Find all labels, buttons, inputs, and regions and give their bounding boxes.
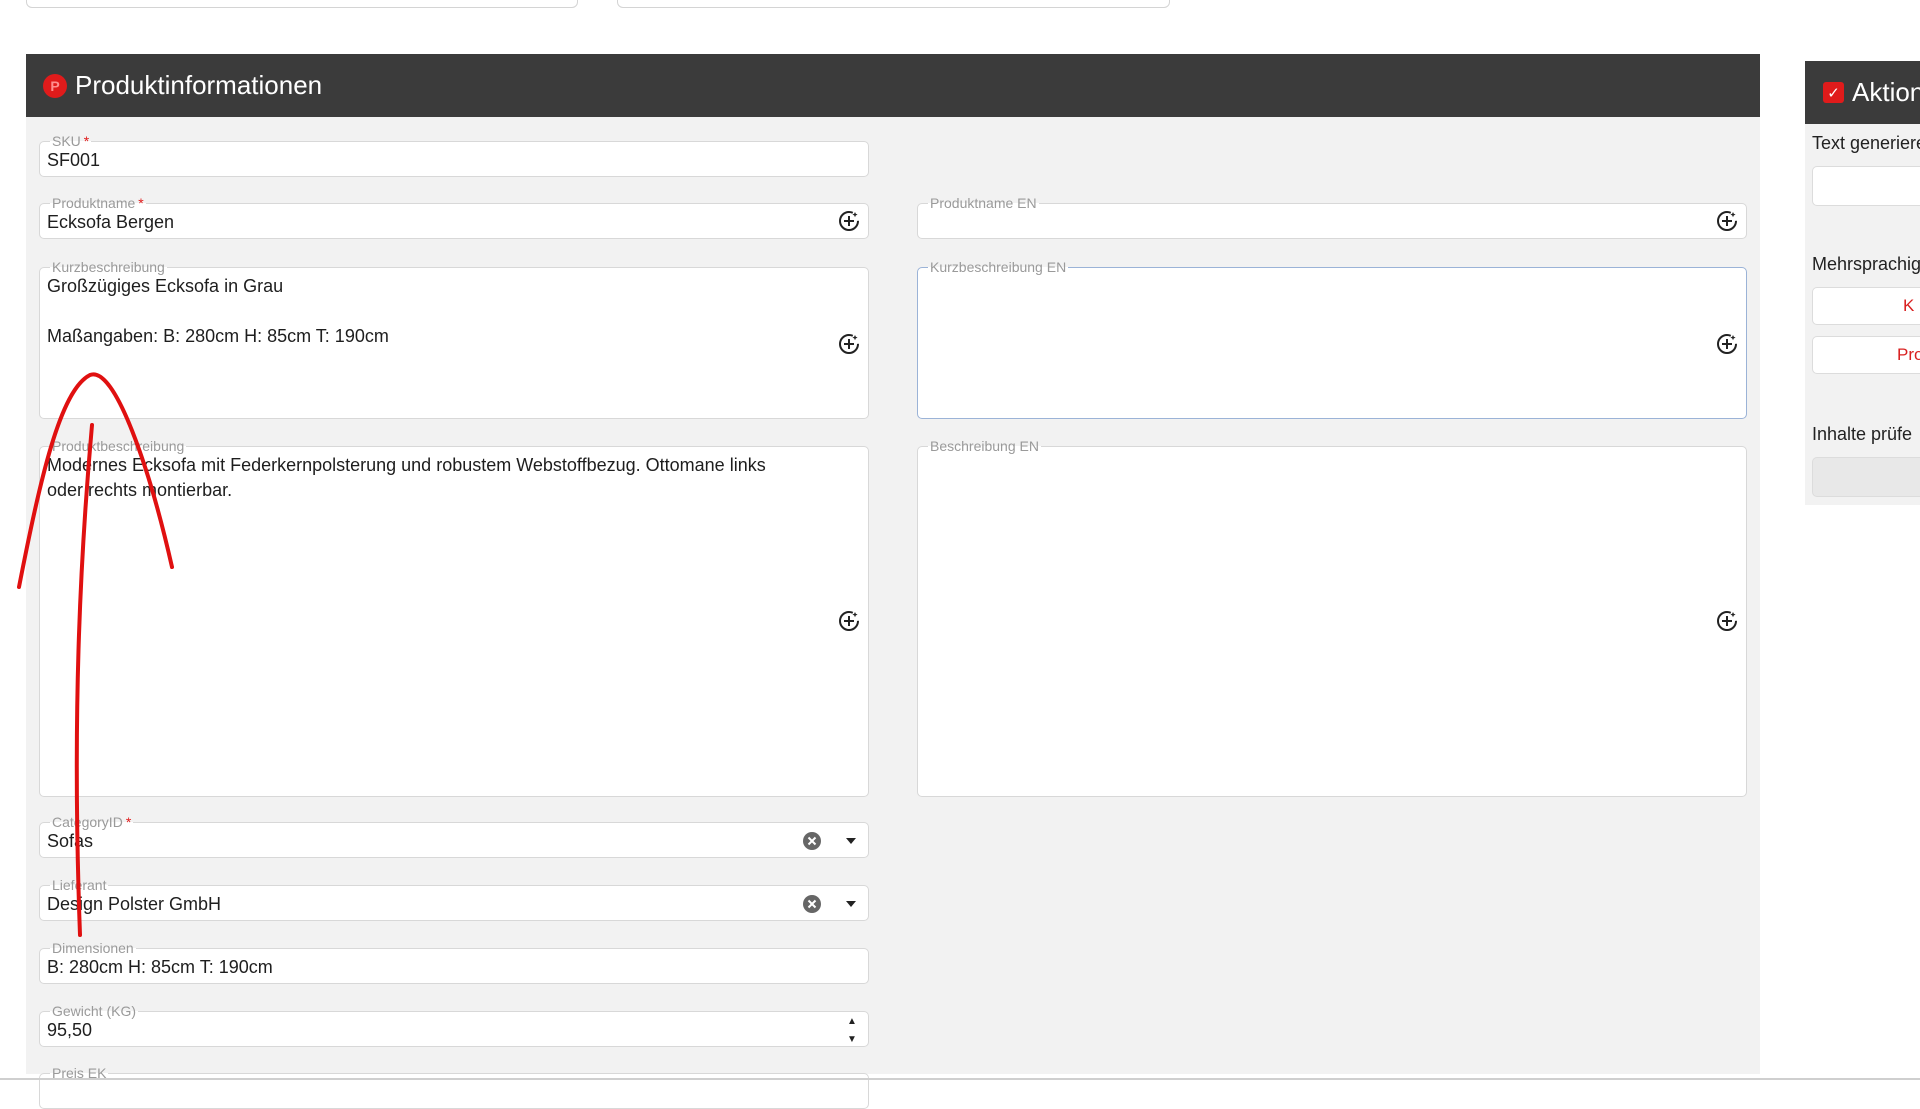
gewicht-value[interactable]: 95,50 (47, 1018, 808, 1043)
sparkle-plus-icon[interactable] (1714, 208, 1740, 234)
gewicht-field[interactable]: Gewicht (KG) 95,50 ▲ ▼ (39, 1003, 869, 1047)
kurzbeschreibung-value[interactable]: Großzügiges Ecksofa in Grau Maßangaben: … (47, 274, 808, 349)
kurzbeschreibung-en-label: Kurzbeschreibung EN (928, 259, 1069, 275)
inhalte-pruefen-button[interactable] (1812, 457, 1920, 497)
text-generieren-input[interactable] (1812, 166, 1920, 206)
spin-up-icon[interactable]: ▲ (847, 1016, 857, 1028)
produktname-field[interactable]: Produktname * Ecksofa Bergen (39, 195, 869, 239)
produktname-en-label: Produktname EN (928, 195, 1039, 211)
produktbeschreibung-field[interactable]: Produktbeschreibung Modernes Ecksofa mit… (39, 438, 869, 797)
actions-header: ✓ Aktion (1805, 61, 1920, 124)
text-generieren-label: Text generiere (1812, 133, 1920, 153)
produktname-label: Produktname * (50, 195, 146, 211)
caret-down-icon[interactable] (844, 835, 858, 847)
mehrsprachig-label: Mehrsprachig (1812, 254, 1920, 274)
actions-title: Aktion (1852, 77, 1920, 107)
spin-down-icon[interactable]: ▼ (847, 1034, 857, 1046)
produktbeschreibung-label: Produktbeschreibung (50, 438, 187, 454)
k-button-label: K (1903, 296, 1915, 315)
clear-circle-icon[interactable] (801, 893, 823, 915)
kurzbeschreibung-field[interactable]: Kurzbeschreibung Großzügiges Ecksofa in … (39, 259, 869, 419)
lieferant-value: Design Polster GmbH (47, 894, 222, 914)
checkbox-icon: ✓ (1823, 82, 1844, 103)
sparkle-plus-icon[interactable] (1714, 331, 1740, 357)
top-field-1[interactable] (26, 0, 578, 8)
sparkle-plus-icon[interactable] (836, 331, 862, 357)
category-label: CategoryID * (50, 814, 134, 830)
sku-value[interactable]: SF001 (47, 148, 808, 173)
top-field-2[interactable] (617, 0, 1170, 8)
produktname-en-field[interactable]: Produktname EN (917, 195, 1747, 239)
kurzbeschreibung-en-field[interactable]: Kurzbeschreibung EN (917, 259, 1747, 419)
sparkle-plus-icon[interactable] (1714, 608, 1740, 634)
pro-button-label: Pro (1897, 345, 1920, 364)
product-info-header: P Produktinformationen (26, 54, 1760, 117)
number-spinner-icon[interactable]: ▲ ▼ (846, 1016, 858, 1046)
actions-card: ✓ Aktion Text generiere Mehrsprachig K P… (1805, 61, 1920, 505)
product-info-title: Produktinformationen (75, 70, 323, 100)
k-button[interactable]: K (1812, 287, 1920, 325)
dimensionen-field[interactable]: Dimensionen B: 280cm H: 85cm T: 190cm (39, 940, 869, 984)
beschreibung-en-label: Beschreibung EN (928, 438, 1041, 454)
lieferant-label: Lieferant (50, 877, 109, 893)
product-info-card: P Produktinformationen SKU * SF001 Produk… (26, 54, 1760, 1109)
pro-button[interactable]: Pro (1812, 336, 1920, 374)
p-logo-icon: P (43, 73, 67, 98)
category-select[interactable]: CategoryID * Sofas (39, 814, 869, 858)
produktname-value[interactable]: Ecksofa Bergen (47, 210, 808, 235)
produktbeschreibung-value[interactable]: Modernes Ecksofa mit Federkernpolsterung… (47, 453, 808, 503)
dimensionen-value[interactable]: B: 280cm H: 85cm T: 190cm (47, 955, 808, 980)
sparkle-plus-icon[interactable] (836, 208, 862, 234)
category-value: Sofas (47, 831, 94, 851)
dimensionen-label: Dimensionen (50, 940, 136, 956)
lieferant-select[interactable]: Lieferant Design Polster GmbH (39, 877, 869, 921)
sku-label: SKU * (50, 133, 92, 149)
caret-down-icon[interactable] (844, 898, 858, 910)
beschreibung-en-field[interactable]: Beschreibung EN (917, 438, 1747, 797)
kurzbeschreibung-label: Kurzbeschreibung (50, 259, 167, 275)
clear-circle-icon[interactable] (801, 830, 823, 852)
inhalte-pruefen-label: Inhalte prüfe (1812, 424, 1913, 444)
sparkle-plus-icon[interactable] (836, 608, 862, 634)
sku-field[interactable]: SKU * SF001 (39, 133, 869, 177)
gewicht-label: Gewicht (KG) (50, 1003, 139, 1019)
